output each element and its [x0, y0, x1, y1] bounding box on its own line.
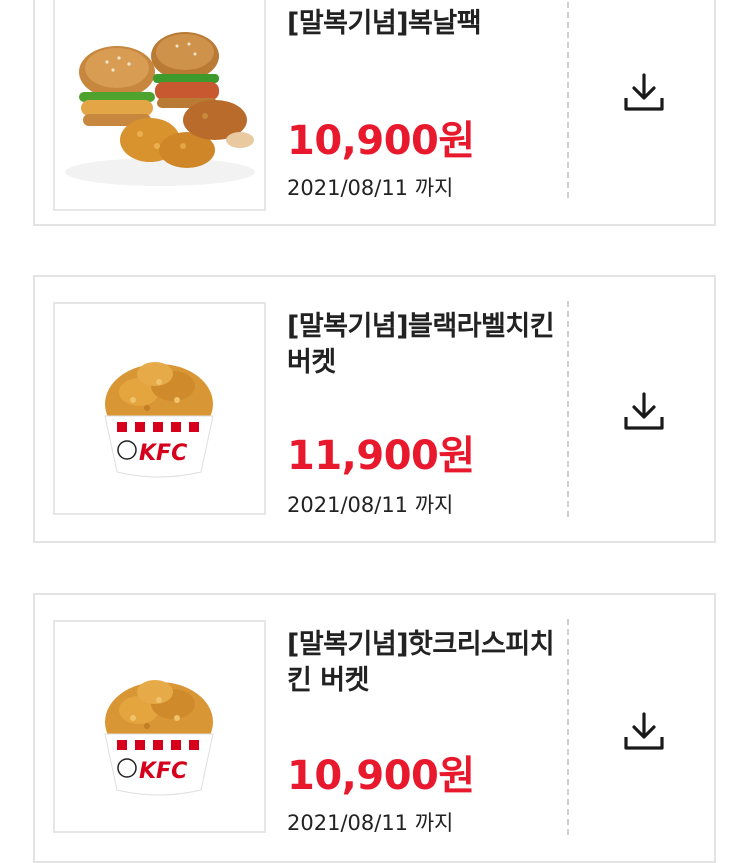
coupon-expiry: 2021/08/11 까지: [287, 811, 454, 835]
download-button[interactable]: [623, 711, 665, 751]
coupon-expiry: 2021/08/11 까지: [287, 493, 454, 517]
coupon-expiry: 2021/08/11 까지: [287, 176, 454, 200]
coupon-image: [53, 0, 266, 211]
coupon-image: KFC: [53, 302, 266, 515]
coupon-card: KFC [말복기념]핫크리스피치킨 버켓 10,900원 2021/08/11 …: [33, 593, 716, 863]
download-button[interactable]: [623, 72, 665, 112]
coupon-image: KFC: [53, 620, 266, 833]
coupon-card: KFC [말복기념]블랙라벨치킨 버켓 11,900원 2021/08/11 까…: [33, 275, 716, 543]
download-icon: [624, 712, 664, 750]
coupon-price: 10,900원: [287, 753, 475, 799]
download-icon: [624, 392, 664, 430]
dashed-divider: [567, 0, 569, 198]
dashed-divider: [567, 619, 569, 835]
coupon-price: 10,900원: [287, 118, 475, 164]
bucket-logo-text: KFC: [139, 759, 187, 784]
bucket-logo-text: KFC: [139, 441, 187, 466]
coupon-title: [말복기념]핫크리스피치킨 버켓: [287, 629, 555, 696]
coupon-card: [말복기념]복날팩 10,900원 2021/08/11 까지: [33, 0, 716, 226]
dashed-divider: [567, 301, 569, 517]
coupon-title: [말복기념]복날팩: [287, 8, 482, 39]
download-icon: [624, 73, 664, 111]
download-button[interactable]: [623, 391, 665, 431]
coupon-title: [말복기념]블랙라벨치킨 버켓: [287, 311, 555, 378]
coupon-price: 11,900원: [287, 433, 475, 479]
